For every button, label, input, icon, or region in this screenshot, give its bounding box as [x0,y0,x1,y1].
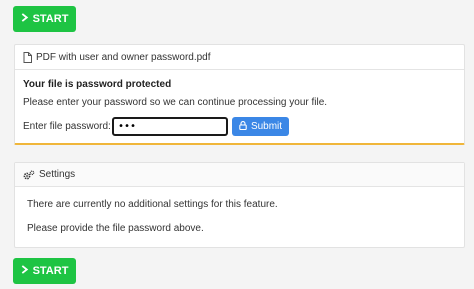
chevron-right-icon [21,265,29,277]
password-message: Please enter your password so we can con… [23,97,328,108]
settings-message-2: Please provide the file password above. [27,223,204,234]
start-button-label: START [32,13,69,25]
settings-panel: Settings There are currently no addition… [14,162,465,248]
start-button-bottom[interactable]: START [13,258,76,284]
settings-panel-header: Settings [15,163,464,187]
password-input[interactable] [112,117,228,136]
password-label: Enter file password: [23,121,111,132]
file-panel: PDF with user and owner password.pdf You… [14,44,465,145]
lock-icon [239,120,247,133]
submit-button[interactable]: Submit [232,117,289,136]
gear-icon [23,169,35,180]
settings-message-1: There are currently no additional settin… [27,199,278,210]
file-name: PDF with user and owner password.pdf [36,51,211,63]
settings-title: Settings [39,169,76,180]
submit-button-label: Submit [250,121,283,132]
chevron-right-icon [21,13,29,25]
file-icon [23,51,32,63]
password-protected-heading: Your file is password protected [23,79,172,90]
start-button-label: START [32,265,69,277]
file-panel-header: PDF with user and owner password.pdf [15,45,464,70]
start-button-top[interactable]: START [13,6,76,32]
